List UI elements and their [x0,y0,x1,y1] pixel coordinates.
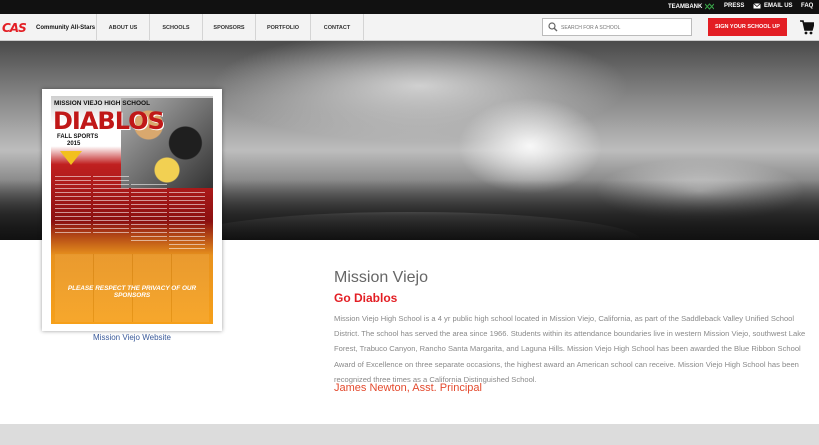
teambank-icon [705,3,715,10]
nav-schools[interactable]: SCHOOLS [149,14,202,41]
poster-year: 2015 [67,141,81,147]
poster-mascot: DIABLOS [53,107,165,135]
sign-school-up-button[interactable]: SIGN YOUR SCHOOL UP [708,18,787,36]
footer-band [0,424,819,445]
poster-privacy-notice: PLEASE RESPECT THE PRIVACY OF OUR SPONSO… [67,285,197,299]
school-search-input[interactable] [561,22,689,33]
faq-label: FAQ [801,3,814,9]
search-icon [548,22,558,32]
nav-portfolio[interactable]: PORTFOLIO [255,14,310,41]
cas-logo[interactable]: CAS [2,21,30,35]
email-us-label: EMAIL US [764,3,793,9]
main-navbar: CAS Community All-Stars ABOUT US SCHOOLS… [0,14,819,41]
schedule-column [93,176,129,236]
nav-sponsors[interactable]: SPONSORS [202,14,255,41]
school-description: Mission Viejo High School is a 4 yr publ… [334,314,806,384]
nav-about-us[interactable]: ABOUT US [96,14,149,41]
email-us-link[interactable]: EMAIL US [753,3,793,9]
school-contact: James Newton, Asst. Principal [334,382,482,394]
utility-bar: TEAMBANK PRESS EMAIL US FAQ [0,0,819,14]
diablos-emblem-icon [60,151,82,165]
school-tagline: Go Diablos [334,291,398,305]
email-icon [753,3,761,9]
schedule-column [169,192,205,252]
school-website-link[interactable]: Mission Viejo Website [42,333,222,342]
teambank-link[interactable]: TEAMBANK [668,3,715,10]
schedule-column [55,176,91,236]
faq-link[interactable]: FAQ [801,3,813,9]
teambank-label: TEAMBANK [668,3,703,10]
site-subtitle[interactable]: Community All-Stars [36,25,95,31]
school-poster-card[interactable]: MISSION VIEJO HIGH SCHOOL DIABLOS FALL S… [42,89,222,331]
poster-season: FALL SPORTS [57,134,99,140]
poster-school-name: MISSION VIEJO HIGH SCHOOL [54,100,151,107]
schedule-column [131,184,167,244]
press-label: PRESS [724,3,745,9]
sports-schedule-poster: MISSION VIEJO HIGH SCHOOL DIABLOS FALL S… [51,96,213,324]
school-search-box [542,18,692,36]
school-title: Mission Viejo [334,269,428,286]
cart-icon[interactable] [800,19,814,35]
press-link[interactable]: PRESS [724,3,744,9]
nav-contact[interactable]: CONTACT [310,14,364,41]
